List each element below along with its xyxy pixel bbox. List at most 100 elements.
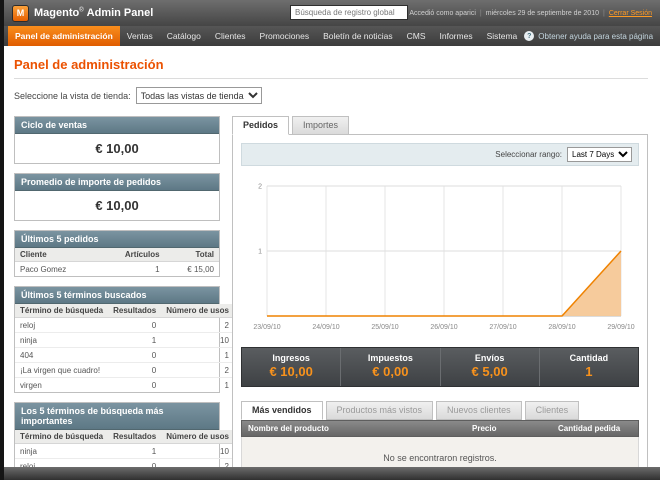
diagram-panel: Seleccionar rango: Last 7 Days 1 2 23/09/1… [232,134,648,480]
range-select[interactable]: Last 7 Days [567,147,632,162]
store-switcher-label: Seleccione la vista de tienda: [14,90,131,101]
svg-text:27/09/10: 27/09/10 [489,324,516,331]
search-term-row[interactable]: ninja 1 10 [15,332,234,348]
cell: ninja [15,332,109,348]
logout-link[interactable]: Cerrar Sesión [609,10,652,17]
grid-tab-productos-mas-vistos[interactable]: Productos más vistos [325,401,434,420]
dashboard-sidebar: Ciclo de ventas € 10,00 Promedio de impo… [14,116,234,480]
last-orders-table-wrap: Cliente Artículos Total Paco Gomez 1 € 15,00 [15,248,219,276]
page-title: Panel de administración [14,57,164,72]
cell: reloj [15,317,109,333]
svg-text:25/09/10: 25/09/10 [371,324,398,331]
nav-item-informes[interactable]: Informes [433,26,480,46]
cell: ninja [15,443,109,459]
cell: 0 [108,347,162,363]
grid-tab-mas-vendidos[interactable]: Más vendidos [241,401,323,420]
app-header: M Magento®Admin Panel Accedió como apari… [4,0,660,26]
stat-label: Cantidad [569,353,609,363]
global-search-input[interactable] [290,5,408,20]
column-header: Cliente [15,248,99,262]
nav-item-catalogo[interactable]: Catálogo [160,26,208,46]
cell: 2 [161,317,234,333]
cell: 1 [224,380,229,390]
range-row: Seleccionar rango: Last 7 Days [241,143,639,166]
cell: 1 [155,264,160,274]
product-table-header: Nombre del producto Precio Cantidad pedida [241,420,639,437]
cell: Paco Gomez [20,264,67,274]
orders-chart-svg: 1 2 23/09/10 24/09/10 25/09/10 26/09/10 27/09/… [253,184,634,332]
main-nav: Panel de administración Ventas Catálogo Cli… [4,26,660,46]
stat-label: Ingresos [272,353,310,363]
app-title: Admin Panel [86,7,154,19]
store-switcher-select[interactable]: Todas las vistas de tienda [135,87,262,104]
svg-text:29/09/10: 29/09/10 [607,324,634,331]
column-header: Número de usos [161,304,234,318]
nav-item-sistema[interactable]: Sistema [480,26,525,46]
average-orders-value: € 10,00 [95,198,139,213]
nav-item-boletin-noticias[interactable]: Boletín de noticias [316,26,399,46]
browser-viewport: M Magento®Admin Panel Accedió como apari… [0,0,660,480]
magento-logo: M Magento® Admin Panel [12,4,154,22]
svg-text:1: 1 [258,249,262,256]
svg-text:28/09/10: 28/09/10 [548,324,575,331]
column-header: Resultados [108,430,162,444]
store-switcher: Seleccione la vista de tienda: Todas las… [14,87,648,104]
page-content: Panel de administración Seleccione la vi… [4,46,660,480]
product-column-header[interactable]: Cantidad pedida [552,421,638,436]
dashboard-main: Pedidos Importes Seleccionar rango: Last … [232,116,648,480]
nav-item-ventas[interactable]: Ventas [120,26,160,46]
stat-ingresos: Ingresos € 10,00 [242,348,342,386]
search-term-row[interactable]: ¡La virgen que cuadro!02 [15,362,234,378]
nav-item-panel-administracion[interactable]: Panel de administración [8,26,120,46]
cell: ¡La virgen que cuadro! [15,362,109,378]
search-term-row[interactable]: 404 0 1 [15,347,234,363]
column-header: Número de usos [161,430,234,444]
svg-text:23/09/10: 23/09/10 [253,324,280,331]
order-row[interactable]: Paco Gomez 1 € 15,00 [15,262,219,277]
tab-importes[interactable]: Importes [292,116,350,135]
stat-impuestos: Impuestos € 0,00 [341,348,441,386]
product-column-header[interactable]: Nombre del producto [242,421,466,436]
help-label: Obtener ayuda para esta página [538,31,654,41]
orders-chart: 1 2 23/09/10 24/09/10 25/09/10 26/09/10 27/09/… [241,176,639,339]
main-nav-items: Panel de administración Ventas Catálogo Cli… [8,26,524,46]
search-term-row[interactable]: reloj 0 2 [15,317,234,333]
separator: | [479,9,482,17]
cell: 10 [161,443,234,459]
logged-in-as: Accedió como aparici [409,9,476,17]
tab-pedidos[interactable]: Pedidos [232,116,290,135]
stat-value: € 5,00 [471,364,508,379]
lifetime-sales-widget: Ciclo de ventas € 10,00 [14,116,220,164]
current-date: miércoles 29 de septiembre de 2010 [485,9,599,17]
trademark-symbol: ® [79,7,84,14]
svg-text:24/09/10: 24/09/10 [312,324,339,331]
separator: | [602,9,605,17]
cell: 1 [161,347,234,363]
column-header: Término de búsqueda [15,304,109,318]
svg-text:2: 2 [258,184,262,191]
dashboard-columns: Ciclo de ventas € 10,00 Promedio de impo… [14,116,648,480]
stat-value: 1 [585,364,593,379]
grid-tab-nuevos-clientes[interactable]: Nuevos clientes [436,401,522,420]
stat-cantidad: Cantidad 1 [540,348,638,386]
nav-item-clientes[interactable]: Clientes [208,26,253,46]
page-help-link[interactable]: ? Obtener ayuda para esta página [524,26,660,46]
cell: 1 [108,332,162,348]
cell: 1 [108,443,162,459]
stat-envios: Envíos € 5,00 [441,348,540,386]
nav-item-cms[interactable]: CMS [400,26,433,46]
svg-text:26/09/10: 26/09/10 [430,324,457,331]
widget-title: Los 5 términos de búsqueda más important… [15,403,219,430]
totals-bar: Ingresos € 10,00 Impuestos € 0,00 Envíos € 5,… [241,347,639,387]
magento-logo-icon: M [12,4,29,22]
search-term-row[interactable]: ninja 1 10 [15,443,234,459]
widget-title: Ciclo de ventas [15,117,219,134]
last-search-table-wrap: Término de búsqueda Resultados Número de u… [15,304,234,392]
search-term-row[interactable]: virgen 0 1 [15,378,234,393]
window-bottom-bar [4,467,660,480]
brand-name: Magento [34,7,80,19]
grid-tab-clientes[interactable]: Clientes [524,401,580,420]
stat-label: Envíos [474,353,505,363]
product-column-header[interactable]: Precio [466,421,552,436]
nav-item-promociones[interactable]: Promociones [253,26,317,46]
